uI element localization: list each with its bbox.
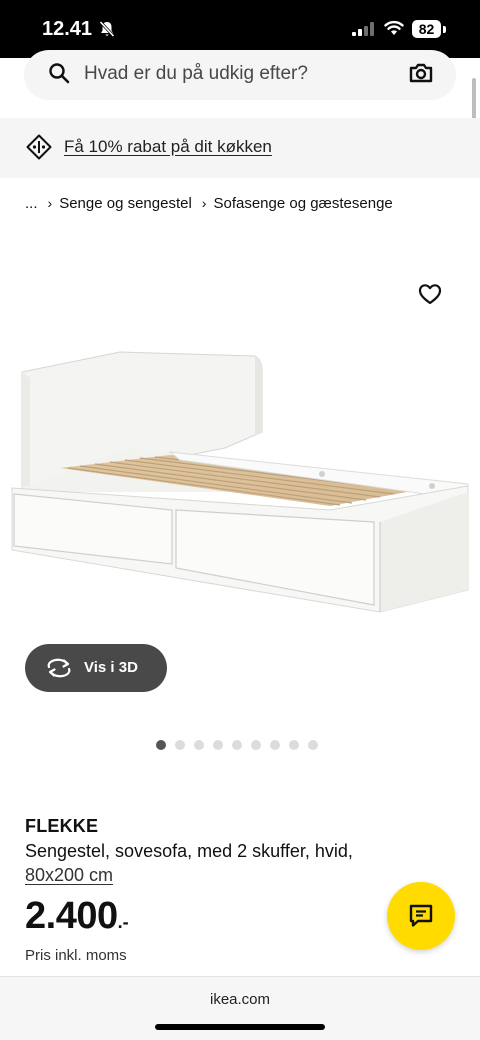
favorite-heart-icon[interactable] [418,283,442,310]
price-suffix: .- [117,912,129,932]
browser-address-bar[interactable]: ikea.com [0,976,480,1040]
breadcrumb: ... › Senge og sengestel › Sofasenge og gæst… [25,195,393,212]
camera-search-icon[interactable] [408,62,434,89]
view-in-3d-button[interactable]: Vis i 3D [25,644,167,692]
battery-level: 82 [412,20,441,38]
image-carousel-indicator [156,740,318,750]
search-input[interactable]: Hvad er du på udkig efter? [24,50,456,100]
battery-nub [443,26,446,33]
bell-muted-icon [98,20,116,43]
carousel-dot[interactable] [175,740,185,750]
product-size-link[interactable]: 80x200 cm [25,865,113,886]
breadcrumb-separator: › [201,195,207,211]
carousel-dot[interactable] [194,740,204,750]
breadcrumb-item-more[interactable]: ... [25,195,38,212]
price-main: 2.400 [25,895,118,937]
product-price: 2.400.- [25,895,129,938]
product-name: FLEKKE [25,816,99,836]
promo-link[interactable]: Få 10% rabat på dit køkken [64,137,272,157]
browser-domain[interactable]: ikea.com [0,991,480,1008]
wifi-icon [384,20,404,41]
search-placeholder: Hvad er du på udkig efter? [84,63,308,84]
price-note: Pris inkl. moms [25,947,127,964]
promo-banner[interactable]: Få 10% rabat på dit køkken [0,118,480,178]
search-icon [48,62,70,89]
search-area: Hvad er du på udkig efter? [0,50,480,108]
carousel-dot[interactable] [308,740,318,750]
product-image[interactable] [0,260,480,660]
carousel-dot[interactable] [213,740,223,750]
breadcrumb-item-sofa-beds[interactable]: Sofasenge og gæstesenge [213,195,392,212]
view-in-3d-label: Vis i 3D [84,659,138,676]
product-description: Sengestel, sovesofa, med 2 skuffer, hvid… [25,841,353,861]
cellular-signal-icon [352,22,374,41]
chat-button[interactable] [387,882,455,950]
carousel-dot[interactable] [289,740,299,750]
breadcrumb-separator: › [47,195,53,211]
carousel-dot[interactable] [232,740,242,750]
carousel-dot[interactable] [251,740,261,750]
home-indicator[interactable] [155,1024,325,1030]
battery-indicator: 82 [412,20,446,40]
rotate-3d-icon [45,657,73,684]
breadcrumb-item-beds[interactable]: Senge og sengestel [59,195,192,212]
chat-icon [408,903,434,934]
carousel-dot[interactable] [156,740,166,750]
discount-tag-icon [26,134,52,165]
carousel-dot[interactable] [270,740,280,750]
status-time: 12.41 [42,18,93,40]
